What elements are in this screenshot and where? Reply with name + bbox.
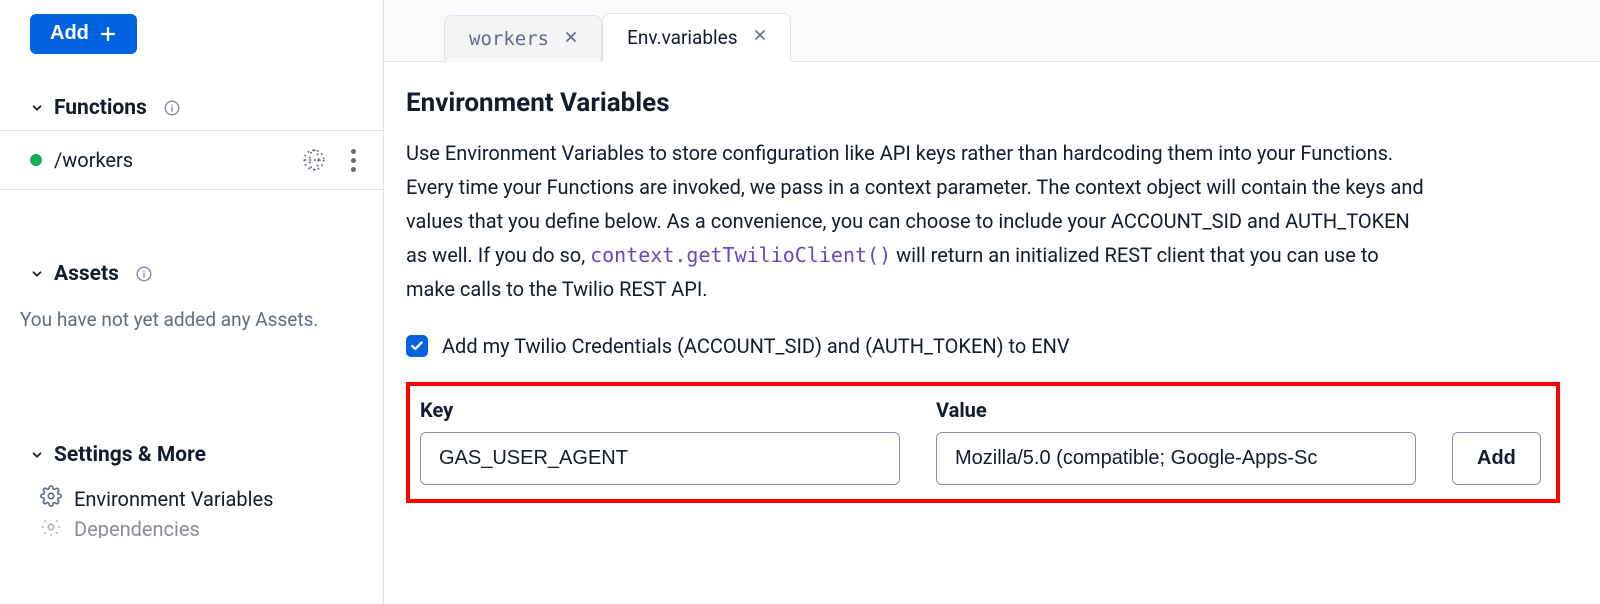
settings-title: Settings & More xyxy=(54,443,206,467)
sidebar: Add Functions /workers xyxy=(0,0,384,604)
globe-icon[interactable] xyxy=(299,145,329,175)
credentials-label: Add my Twilio Credentials (ACCOUNT_SID) … xyxy=(442,334,1070,358)
assets-title: Assets xyxy=(54,262,119,286)
assets-header[interactable]: Assets xyxy=(0,250,383,296)
tab-workers[interactable]: workers xyxy=(444,15,602,62)
info-icon[interactable] xyxy=(135,265,153,283)
functions-section: Functions /workers xyxy=(0,84,383,190)
content: Environment Variables Use Environment Va… xyxy=(384,62,1600,503)
checkbox-checked-icon[interactable] xyxy=(406,335,428,357)
assets-empty-text: You have not yet added any Assets. xyxy=(0,296,383,331)
key-label: Key xyxy=(420,398,900,422)
settings-item-dependencies[interactable]: Dependencies xyxy=(0,520,383,538)
settings-header[interactable]: Settings & More xyxy=(0,431,383,477)
function-item-workers[interactable]: /workers xyxy=(0,130,383,190)
description: Use Environment Variables to store confi… xyxy=(406,136,1426,306)
description-code: context.getTwilioClient() xyxy=(590,243,891,267)
plus-icon xyxy=(99,25,117,43)
chevron-down-icon xyxy=(30,101,44,115)
page-title: Environment Variables xyxy=(406,88,1560,118)
settings-section: Settings & More Environment Variables De… xyxy=(0,431,383,538)
tab-bar: workers Env.variables xyxy=(384,0,1600,62)
info-icon[interactable] xyxy=(163,99,181,117)
value-label: Value xyxy=(936,398,1416,422)
chevron-down-icon xyxy=(30,267,44,281)
env-value-field: Value xyxy=(936,398,1416,485)
close-icon[interactable] xyxy=(752,27,768,48)
settings-item-label: Dependencies xyxy=(74,520,200,538)
credentials-checkbox-row[interactable]: Add my Twilio Credentials (ACCOUNT_SID) … xyxy=(406,334,1560,358)
settings-item-label: Environment Variables xyxy=(74,487,273,511)
add-env-button[interactable]: Add xyxy=(1452,432,1541,485)
function-name: /workers xyxy=(54,148,287,172)
tab-label: Env.variables xyxy=(627,26,737,49)
tab-label: workers xyxy=(469,28,549,50)
env-key-input[interactable] xyxy=(420,432,900,485)
settings-item-env-vars[interactable]: Environment Variables xyxy=(0,477,383,520)
functions-title: Functions xyxy=(54,96,147,120)
add-button[interactable]: Add xyxy=(30,14,137,54)
add-button-label: Add xyxy=(50,22,89,45)
gear-icon xyxy=(40,485,62,512)
env-var-form: Key Value Add xyxy=(406,382,1560,503)
functions-header[interactable]: Functions xyxy=(0,84,383,130)
kebab-menu-icon[interactable] xyxy=(341,149,365,172)
assets-section: Assets You have not yet added any Assets… xyxy=(0,250,383,331)
close-icon[interactable] xyxy=(563,29,579,50)
env-value-input[interactable] xyxy=(936,432,1416,485)
env-key-field: Key xyxy=(420,398,900,485)
gear-icon xyxy=(40,520,62,538)
status-dot-icon xyxy=(30,154,42,166)
chevron-down-icon xyxy=(30,448,44,462)
tab-env-variables[interactable]: Env.variables xyxy=(602,13,790,62)
main: workers Env.variables Environment Variab… xyxy=(384,0,1600,604)
